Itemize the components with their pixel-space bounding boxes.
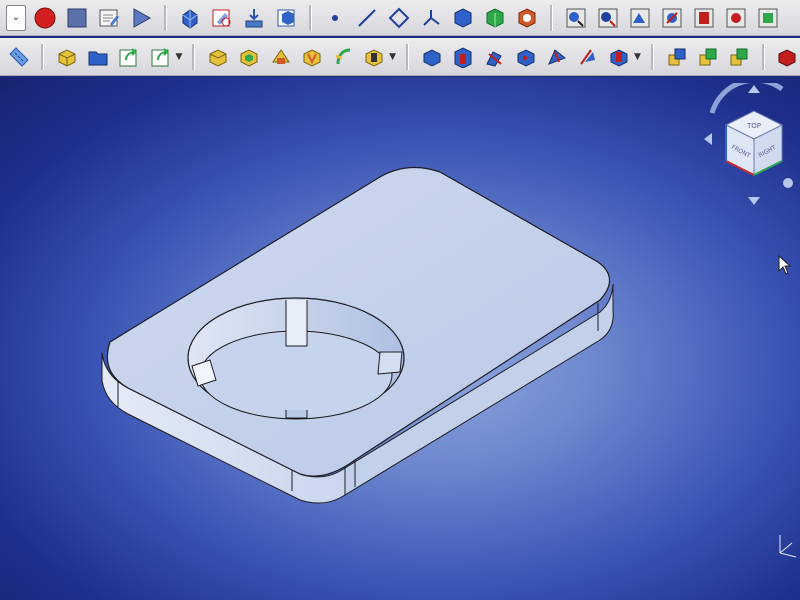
toolbar-separator: [164, 4, 167, 31]
nav-arrow-up-icon: [748, 85, 760, 93]
mirror-icon[interactable]: [544, 44, 569, 70]
toolbar-separator: [650, 43, 654, 70]
axis-indicator-icon: [779, 535, 797, 558]
measure-4-icon[interactable]: [659, 5, 685, 31]
stop-macro-icon[interactable]: [64, 5, 90, 31]
part-design-icon[interactable]: [177, 5, 203, 31]
toolbar-separator: [309, 4, 312, 31]
toolbar-macro: ⌄: [0, 0, 800, 36]
linear-pattern-icon[interactable]: [575, 44, 600, 70]
workbench-dropdown[interactable]: ⌄: [6, 4, 26, 31]
export-dropdown-icon[interactable]: [148, 44, 173, 70]
ruler-icon[interactable]: [6, 44, 31, 70]
axis-icon[interactable]: [418, 5, 444, 31]
thickness-icon[interactable]: [513, 44, 538, 70]
part-render[interactable]: [0, 77, 800, 600]
chamfer-icon[interactable]: [450, 44, 475, 70]
nav-orbit-ring: [709, 83, 784, 114]
part-box-icon[interactable]: [273, 5, 299, 31]
navcube-top-label: TOP: [746, 122, 761, 130]
measure-3-icon[interactable]: [627, 5, 653, 31]
notch-top: [285, 300, 308, 347]
fillet-icon[interactable]: [419, 44, 444, 70]
export-icon[interactable]: [117, 44, 142, 70]
measure-6-icon[interactable]: [723, 5, 749, 31]
measure-5-icon[interactable]: [691, 5, 717, 31]
notch-bottom: [285, 410, 308, 419]
point-icon[interactable]: [322, 5, 348, 31]
chevron-down-icon[interactable]: ▼: [389, 52, 396, 62]
chevron-down-icon[interactable]: ▼: [634, 52, 641, 62]
attach-sketch-icon[interactable]: [54, 44, 79, 70]
navigation-cube[interactable]: TOP FRONT RIGHT: [702, 83, 800, 213]
folder-icon[interactable]: [86, 44, 111, 70]
toolbar-separator: [550, 4, 553, 31]
box-red-icon[interactable]: [775, 44, 800, 70]
navcube-menu-icon: [783, 178, 793, 188]
boolean-a-icon[interactable]: [664, 44, 689, 70]
pad-icon[interactable]: [205, 44, 230, 70]
plane-icon[interactable]: [386, 5, 412, 31]
polar-pattern-icon[interactable]: [607, 44, 632, 70]
record-macro-icon[interactable]: [32, 5, 58, 31]
measure-7-icon[interactable]: [755, 5, 781, 31]
line-icon[interactable]: [354, 5, 380, 31]
chevron-down-icon[interactable]: ▼: [175, 52, 182, 62]
notch-right: [377, 351, 403, 375]
revolution-icon[interactable]: [268, 44, 293, 70]
toolbar-separator: [761, 43, 765, 70]
nav-arrow-down-icon: [748, 197, 760, 205]
measure-1-icon[interactable]: [563, 5, 589, 31]
loft-icon[interactable]: [331, 44, 356, 70]
boolean-c-icon[interactable]: [727, 44, 752, 70]
mouse-cursor-icon: [778, 255, 792, 275]
execute-macro-icon[interactable]: [128, 5, 154, 31]
pipe-icon[interactable]: [362, 44, 387, 70]
pocket-icon[interactable]: [237, 44, 262, 70]
toolbar-separator: [41, 43, 45, 70]
nav-arrow-left-icon: [704, 133, 712, 145]
iso-view-icon[interactable]: [450, 5, 476, 31]
toolbar-part-design: ▼ ▼ ▼: [0, 38, 800, 76]
toolbar-separator: [192, 43, 196, 70]
draft-icon[interactable]: [482, 44, 507, 70]
front-view-icon[interactable]: [482, 5, 508, 31]
boolean-b-icon[interactable]: [695, 44, 720, 70]
sketch-icon[interactable]: [209, 5, 235, 31]
import-icon[interactable]: [241, 5, 267, 31]
right-view-icon[interactable]: [514, 5, 540, 31]
toolbar-separator: [406, 43, 409, 70]
measure-2-icon[interactable]: [595, 5, 621, 31]
3d-viewport[interactable]: TOP FRONT RIGHT: [0, 77, 800, 600]
groove-icon[interactable]: [299, 44, 324, 70]
macro-editor-icon[interactable]: [96, 5, 122, 31]
